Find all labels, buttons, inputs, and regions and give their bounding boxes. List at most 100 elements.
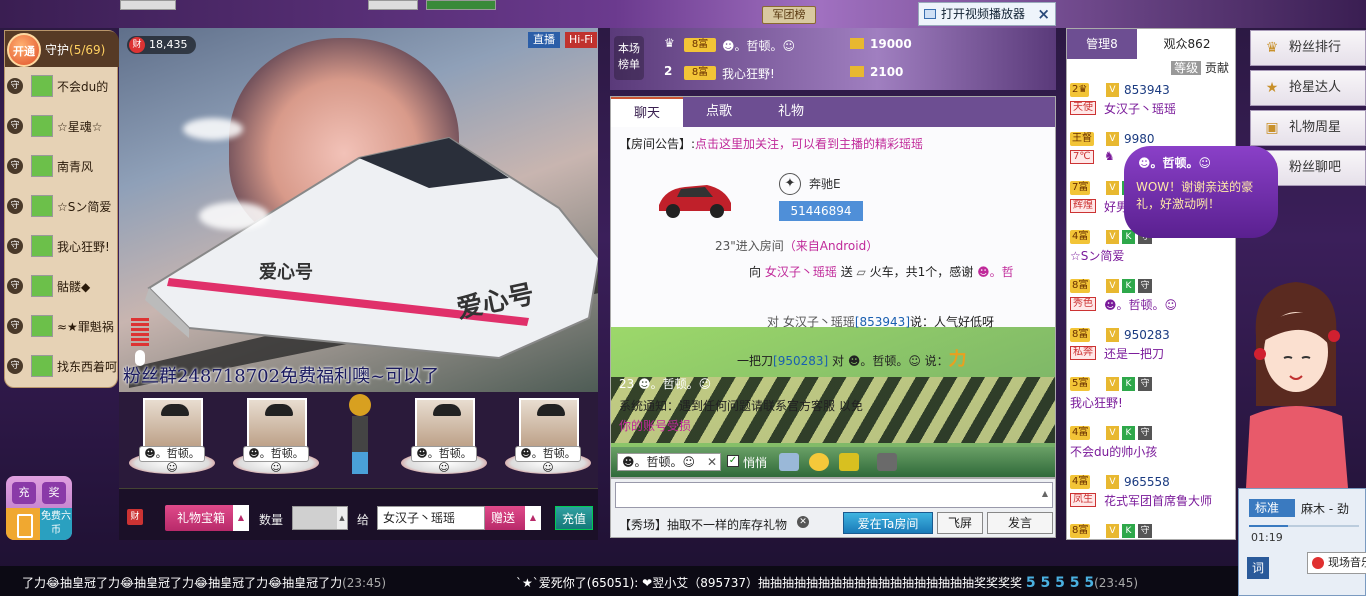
chevron-up-icon[interactable]: ▲ xyxy=(525,506,541,530)
close-icon[interactable]: ✕ xyxy=(707,454,717,470)
quantity-label: 数量 xyxy=(259,513,284,527)
send-button[interactable]: 发言 xyxy=(987,512,1053,534)
announcement-link[interactable]: 点击这里加关注，可以看到主播的精彩瑶瑶 xyxy=(695,137,923,151)
guardian-item[interactable]: 守 不会du的 xyxy=(5,71,115,101)
tab-chat[interactable]: 聊天 xyxy=(611,97,683,127)
train-label-side: 爱心号 xyxy=(259,262,313,283)
viewer-row[interactable]: 8富 V 950283 私奔 还是一把刀 xyxy=(1070,328,1226,366)
system-notice-link[interactable]: 你的账号受损 xyxy=(619,417,691,434)
phone-icon[interactable] xyxy=(6,508,40,540)
hifi-badge[interactable]: Hi-Fi xyxy=(565,32,597,48)
guard-badge-icon: 守 xyxy=(1138,524,1152,538)
viewer-row[interactable]: 8富 V K 守 xyxy=(1070,524,1226,539)
top-fragment[interactable] xyxy=(368,0,418,10)
message-user-id[interactable]: [853943] xyxy=(855,315,910,329)
whisper-checkbox[interactable]: ✓ xyxy=(727,455,739,467)
open-guardian-button[interactable]: 开通 xyxy=(7,33,41,67)
guardian-item[interactable]: 守 南青风 xyxy=(5,151,115,181)
give-gift-button[interactable]: 赠送 ▲ xyxy=(485,506,541,530)
army-ranking-tab[interactable]: 军团榜 xyxy=(762,6,816,24)
avatar xyxy=(31,155,53,177)
live-music-button[interactable]: 现场音乐 xyxy=(1307,552,1366,574)
sort-by-contribution[interactable]: 贡献 xyxy=(1205,61,1229,75)
viewer-id[interactable]: 853943 xyxy=(1124,83,1170,97)
enter-source: （来自Android） xyxy=(783,239,879,253)
guardian-item[interactable]: 守 ≈★罪魁祸 xyxy=(5,311,115,341)
guardian-item[interactable]: 守 ☆Sン简爱 xyxy=(5,191,115,221)
viewer-row[interactable]: 2♛ V 853943 天使 女汉子丶瑶瑶 xyxy=(1070,83,1226,121)
open-video-player-button[interactable]: 打开视频播放器 × xyxy=(918,2,1056,26)
top-fragment[interactable] xyxy=(426,0,496,10)
close-icon[interactable]: ✕ xyxy=(797,516,809,528)
show-promo-text[interactable]: 【秀场】抽取不一样的库存礼物 xyxy=(619,516,787,533)
vip-badge-icon: V xyxy=(1106,230,1119,244)
viewer-name[interactable]: 不会du的帅小孩 xyxy=(1070,443,1157,460)
tab-song-request[interactable]: 点歌 xyxy=(683,97,755,127)
viewer-row[interactable]: 4富 V 965558 凤生 花式军团首席鲁大师 xyxy=(1070,475,1226,513)
viewer-name[interactable]: 还是一把刀 xyxy=(1104,345,1164,362)
guardian-name: ☆Sン简爱 xyxy=(57,200,112,214)
viewer-row[interactable]: 4富 V K 守不会du的帅小孩 xyxy=(1070,426,1226,464)
seat[interactable]: ☻。哲顿。☺ xyxy=(501,392,593,484)
viewer-row[interactable]: 5富 V K 守我心狂野! xyxy=(1070,377,1226,415)
recharge-button[interactable]: 充值 xyxy=(555,506,593,530)
message-user[interactable]: 一把刀 xyxy=(737,354,773,368)
fly-screen-button[interactable]: 飞屏 xyxy=(937,512,983,534)
thanks-bubble: ☻。哲顿。☺ WOW！谢谢亲送的豪礼，好激动咧！ xyxy=(1124,146,1278,238)
recipient-select[interactable]: 女汉子丶瑶瑶 xyxy=(377,506,485,530)
reward-shortcut[interactable]: 奖 xyxy=(42,482,66,504)
ranking-row[interactable]: 2 8富 我心狂野! 2100 xyxy=(664,64,1044,84)
video-stream[interactable]: 爱心号 爱心号 财 18,435 直播 Hi-Fi 粉丝群248718702免费福… xyxy=(119,28,598,392)
fan-menu-item[interactable]: ★ 抢星达人 xyxy=(1250,70,1366,106)
chat-input[interactable] xyxy=(615,482,1053,508)
close-icon[interactable]: × xyxy=(1037,3,1050,25)
seat[interactable]: ☻。哲顿。☺ xyxy=(397,392,489,484)
viewer-id[interactable]: 9980 xyxy=(1124,132,1155,146)
chevron-up-icon[interactable]: ▲ xyxy=(233,505,249,531)
progress-bar[interactable] xyxy=(1249,525,1359,527)
tab-gifts[interactable]: 礼物 xyxy=(755,97,827,127)
viewer-name[interactable]: ☆Sン简爱 xyxy=(1070,247,1124,264)
more-icon[interactable] xyxy=(877,453,897,471)
quality-select[interactable]: 标准 xyxy=(1249,499,1295,517)
guardian-item[interactable]: 守 找东西着呵 xyxy=(5,351,117,381)
recharge-shortcut[interactable]: 充 xyxy=(12,482,36,504)
image-icon[interactable] xyxy=(779,453,799,471)
fan-menu-item[interactable]: ♛ 粉丝排行 xyxy=(1250,30,1366,66)
quantity-input[interactable] xyxy=(292,506,348,530)
viewer-row[interactable]: 8富 V K 守秀色 ☻。哲顿。☺ xyxy=(1070,279,1226,317)
viewer-name[interactable]: 花式军团首席鲁大师 xyxy=(1104,492,1212,509)
tab-audience[interactable]: 观众862 xyxy=(1137,29,1235,59)
emoji-icon[interactable] xyxy=(809,453,829,471)
chat-target-select[interactable]: ☻。哲顿。☺ ✕ xyxy=(617,453,721,471)
guardian-item[interactable]: 守 骷髅◆ xyxy=(5,271,115,301)
viewer-name[interactable]: ♞ xyxy=(1104,149,1115,163)
fan-group-overlay-text: 粉丝群248718702免费福利噢~可以了 xyxy=(123,366,440,387)
vip-emoji-icon[interactable] xyxy=(839,453,859,471)
seat[interactable]: ☻。哲顿。☺ xyxy=(229,392,321,484)
viewer-id[interactable]: 965558 xyxy=(1124,475,1170,489)
gift-sender[interactable]: ☻。哲 xyxy=(977,265,1014,279)
gift-target[interactable]: 女汉子丶瑶瑶 xyxy=(765,265,837,279)
seat-row: ☻。哲顿。☺ ☻。哲顿。☺ ☻。哲顿。☺ ☻。哲顿。☺ xyxy=(119,392,598,488)
gift-rest: 火车，共1个，感谢 xyxy=(869,265,974,279)
viewer-id[interactable]: 950283 xyxy=(1124,328,1170,342)
lyrics-icon[interactable]: 词 xyxy=(1247,557,1269,579)
viewer-name[interactable]: 我心狂野! xyxy=(1070,394,1123,411)
message-user-id[interactable]: [950283] xyxy=(773,354,828,368)
viewer-name[interactable]: 女汉子丶瑶瑶 xyxy=(1104,100,1176,117)
guardian-item[interactable]: 守 ☆星魂☆ xyxy=(5,111,115,141)
free-coins-button[interactable]: 免费六币 xyxy=(40,508,72,540)
seat[interactable]: ☻。哲顿。☺ xyxy=(125,392,217,484)
viewer-name[interactable]: ☻。哲顿。☺ xyxy=(1104,296,1177,313)
car-user-id[interactable]: 51446894 xyxy=(779,201,863,221)
seat-empty[interactable] xyxy=(315,392,407,484)
gift-box-button[interactable]: 礼物宝箱 ▲ xyxy=(165,505,249,531)
ranking-row[interactable]: ♛ 8富 ☻。哲顿。☺ 19000 xyxy=(664,36,1044,56)
message-text: 说：人气好低呀 xyxy=(910,315,995,329)
guardian-item[interactable]: 守 我心狂野! xyxy=(5,231,115,261)
fan-menu-item[interactable]: ▣ 礼物周星 xyxy=(1250,110,1366,146)
love-room-button[interactable]: 爱在Ta房间 xyxy=(843,512,933,534)
tab-admins[interactable]: 管理8 xyxy=(1067,29,1137,59)
sort-by-level[interactable]: 等级 xyxy=(1171,61,1202,75)
